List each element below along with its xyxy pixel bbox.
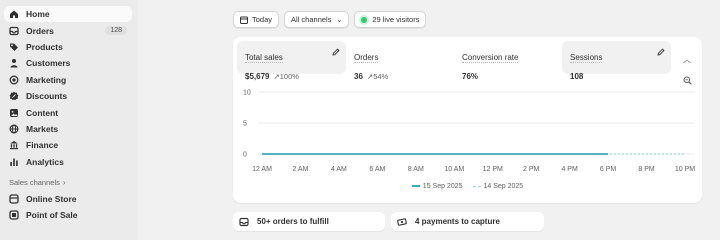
x-tick-label: 12 PM: [483, 166, 503, 173]
date-picker-button[interactable]: Today: [233, 11, 280, 28]
sidebar-item-label: Orders: [26, 25, 54, 36]
sidebar-item-home[interactable]: Home: [4, 6, 132, 23]
live-visitors-button[interactable]: 29 live visitors: [354, 11, 427, 28]
sidebar-item-markets[interactable]: Markets: [4, 121, 132, 137]
metric-value: $5,679: [245, 72, 270, 81]
edit-icon[interactable]: [657, 48, 665, 56]
sidebar-item-point-of-sale[interactable]: Point of Sale: [4, 207, 132, 223]
x-tick-label: 4 AM: [331, 166, 347, 173]
sidebar-item-marketing[interactable]: Marketing: [4, 72, 132, 88]
channels-label: All channels: [291, 15, 332, 24]
pos-icon: [9, 210, 19, 221]
sidebar: Home Orders 128 Products Customers Marke…: [0, 0, 138, 240]
x-tick-label: 12 AM: [252, 166, 272, 173]
sales-overview-card: Total sales $5,679 ↗100% Orders 36 ↗54% Co…: [233, 37, 702, 203]
sidebar-item-label: Customers: [26, 58, 71, 69]
x-tick-label: 8 AM: [408, 166, 424, 173]
orders-icon: [9, 26, 19, 36]
chevron-right-icon: ›: [62, 177, 66, 187]
cash-icon: [397, 217, 407, 226]
channels-dropdown[interactable]: All channels ⌄: [284, 11, 350, 28]
sidebar-item-label: Online Store: [26, 194, 77, 205]
metric-value: 76%: [462, 72, 479, 81]
legend-item-previous: 14 Sep 2025: [472, 183, 523, 190]
y-tick-label: 10: [243, 90, 251, 97]
x-tick-label: 2 AM: [292, 166, 308, 173]
x-tick-label: 10 AM: [444, 166, 464, 173]
payments-to-capture-card[interactable]: 4 payments to capture: [391, 212, 544, 231]
live-visitors-label: 29 live visitors: [372, 15, 420, 24]
content-icon: [9, 108, 19, 118]
x-tick-label: 6 PM: [600, 166, 617, 173]
metric-title: Sessions: [570, 53, 603, 63]
sidebar-item-label: Analytics: [26, 156, 64, 167]
sidebar-item-label: Products: [26, 41, 63, 52]
store-icon: [9, 194, 19, 204]
sidebar-item-finance[interactable]: Finance: [4, 137, 132, 153]
x-tick-label: 8 PM: [638, 166, 655, 173]
sidebar-item-online-store[interactable]: Online Store: [4, 191, 132, 207]
metric-change: ↗100%: [273, 72, 299, 81]
metric-sessions[interactable]: Sessions 108: [562, 41, 671, 81]
chevron-down-icon: ⌄: [336, 16, 343, 24]
sidebar-item-discounts[interactable]: Discounts: [4, 88, 132, 104]
sidebar-item-analytics[interactable]: Analytics: [4, 154, 132, 170]
y-tick-label: 5: [243, 121, 247, 128]
sidebar-item-orders[interactable]: Orders 128: [4, 22, 132, 38]
x-tick-label: 10 PM: [675, 166, 695, 173]
calendar-icon: [240, 16, 248, 24]
sales-line-chart: 10 5 0 12 AM 2 AM 4 AM 6 AM 8 AM 10 AM 12 PM 2 PM 4…: [243, 90, 695, 174]
legend-item-current: 15 Sep 2025: [411, 183, 463, 190]
metric-orders[interactable]: Orders 36 ↗54%: [346, 41, 455, 81]
sidebar-item-label: Marketing: [26, 74, 67, 85]
discount-icon: [9, 91, 19, 101]
orders-to-fulfill-card[interactable]: 50+ orders to fulfill: [233, 212, 385, 231]
sidebar-item-label: Home: [26, 9, 50, 20]
zoom-icon[interactable]: [683, 76, 692, 85]
orders-count-badge: 128: [105, 26, 127, 36]
person-icon: [9, 58, 19, 68]
tag-icon: [9, 42, 19, 52]
x-tick-label: 6 AM: [369, 166, 385, 173]
sales-channels-heading[interactable]: Sales channels ›: [4, 178, 132, 187]
orders-to-fulfill-label: 50+ orders to fulfill: [257, 217, 329, 226]
legend-swatch-solid: [411, 185, 420, 188]
bar-chart-icon: [9, 157, 19, 167]
target-icon: [9, 75, 19, 85]
collapse-chevron-icon[interactable]: ︿: [683, 54, 691, 65]
bank-icon: [9, 140, 19, 150]
metric-value: 36: [354, 72, 363, 81]
sidebar-item-customers[interactable]: Customers: [4, 55, 132, 71]
metric-total-sales[interactable]: Total sales $5,679 ↗100%: [237, 41, 346, 81]
home-icon: [9, 9, 19, 19]
sidebar-item-label: Discounts: [26, 91, 68, 102]
metric-value: 108: [570, 72, 584, 81]
live-dot-icon: [361, 16, 368, 23]
filter-bar: Today All channels ⌄ 29 live visitors: [233, 11, 427, 28]
payments-to-capture-label: 4 payments to capture: [415, 217, 500, 226]
sidebar-item-label: Markets: [26, 123, 59, 134]
edit-icon[interactable]: [332, 48, 340, 56]
metric-change: ↗54%: [366, 72, 389, 81]
y-tick-label: 0: [243, 152, 247, 159]
metric-conversion-rate[interactable]: Conversion rate 76%: [454, 41, 563, 81]
sidebar-item-label: Finance: [26, 140, 59, 151]
date-label: Today: [252, 15, 273, 24]
sidebar-item-label: Content: [26, 107, 59, 118]
metric-title: Total sales: [245, 53, 283, 63]
metric-title: Conversion rate: [462, 53, 519, 63]
globe-icon: [9, 124, 19, 134]
x-tick-label: 4 PM: [561, 166, 578, 173]
inbox-icon: [239, 217, 249, 226]
sidebar-item-label: Point of Sale: [26, 210, 78, 221]
sales-channels-label: Sales channels: [9, 177, 60, 187]
sidebar-item-products[interactable]: Products: [4, 39, 132, 55]
legend-swatch-dashed: [472, 185, 481, 187]
x-tick-label: 2 PM: [523, 166, 540, 173]
chart-legend: 15 Sep 2025 14 Sep 2025: [233, 183, 702, 190]
metric-title: Orders: [354, 53, 379, 63]
sidebar-item-content[interactable]: Content: [4, 104, 132, 120]
